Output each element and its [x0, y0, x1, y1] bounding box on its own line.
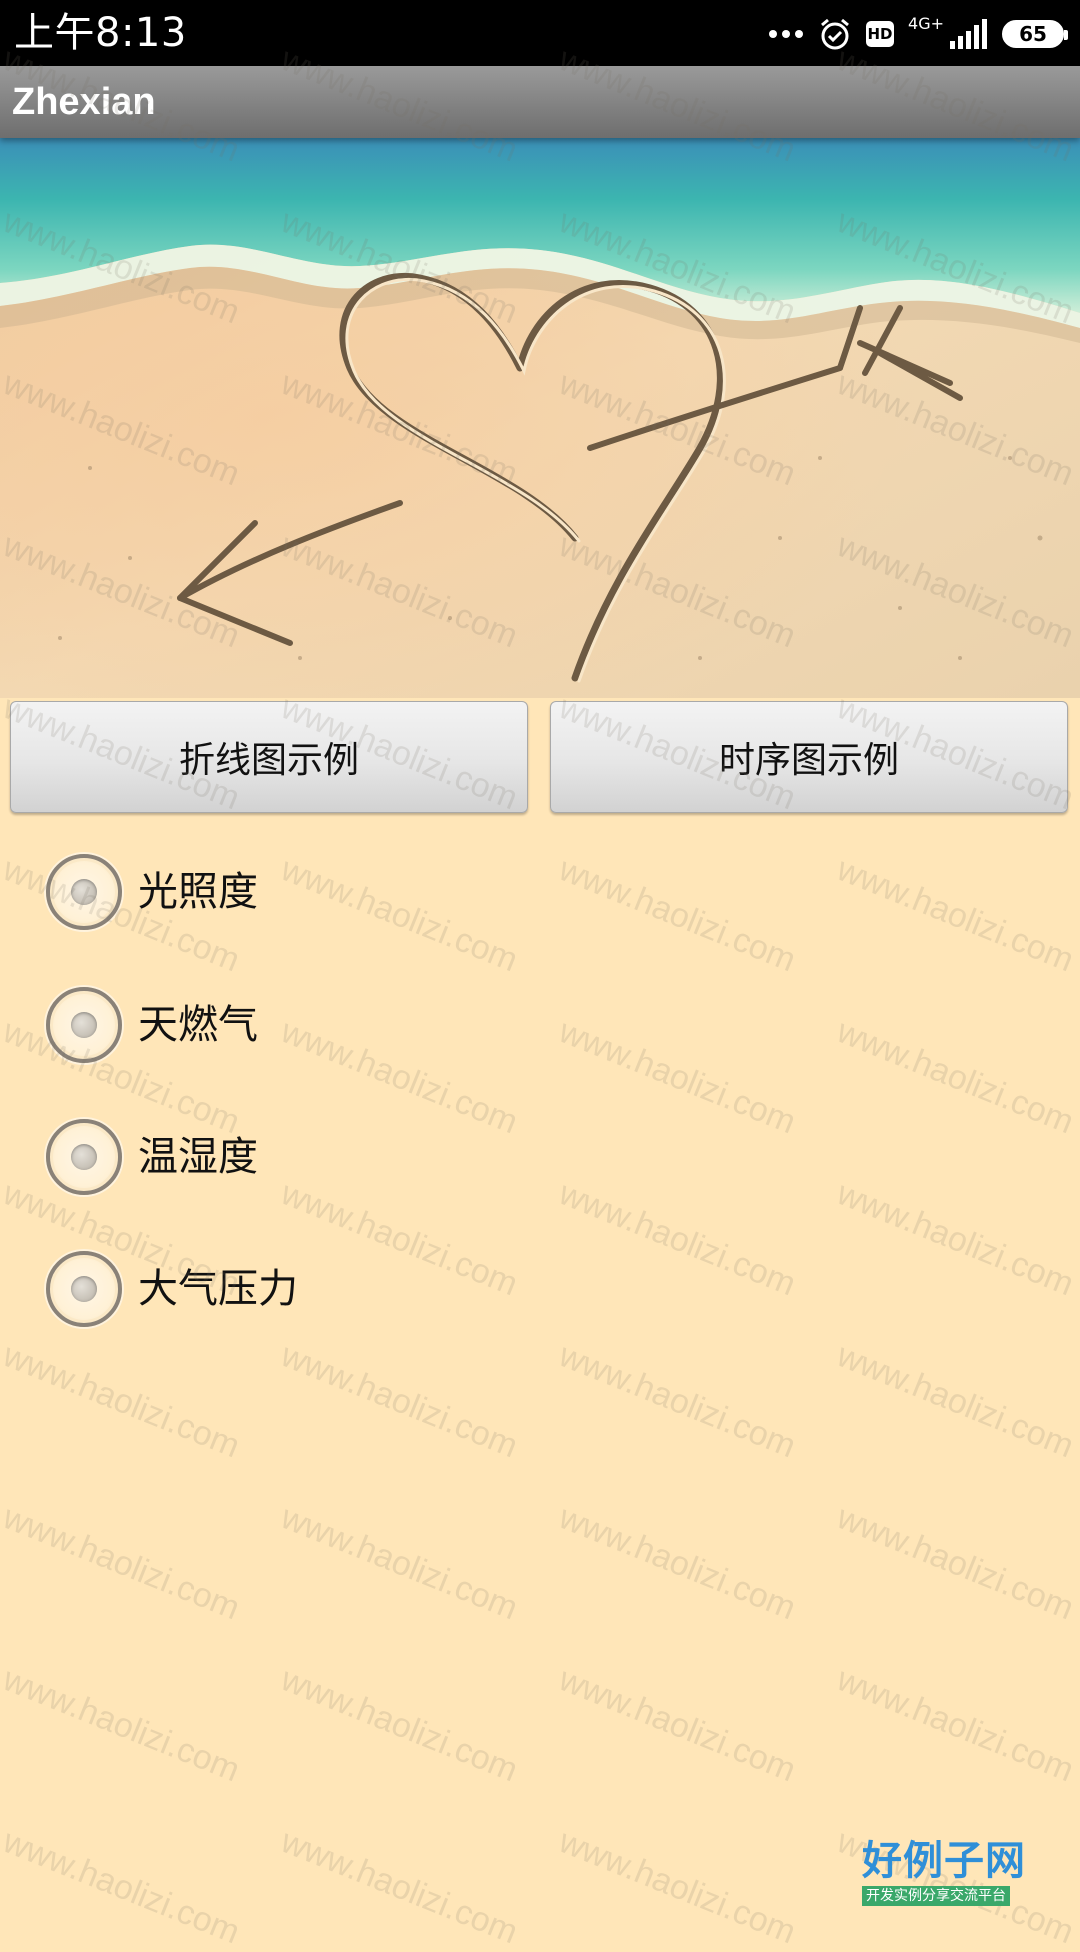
radio-option-natural-gas[interactable]: 天燃气 [46, 985, 258, 1065]
watermark-text: www.haolizi.com [0, 1336, 246, 1466]
watermark-text: www.haolizi.com [0, 1498, 246, 1628]
watermark-text: www.haolizi.com [0, 1822, 246, 1952]
status-bar: 上午8:13 HD 4G+ 65 [0, 0, 1080, 66]
radio-option-temperature-humidity[interactable]: 温湿度 [46, 1117, 258, 1197]
watermark-text: www.haolizi.com [553, 1174, 802, 1304]
radio-option-air-pressure[interactable]: 大气压力 [46, 1249, 298, 1329]
watermark-text: www.haolizi.com [275, 1822, 524, 1952]
radio-button[interactable] [46, 854, 122, 930]
time-series-button[interactable]: 时序图示例 [550, 701, 1068, 813]
watermark-text: www.haolizi.com [553, 1012, 802, 1142]
watermark-text: www.haolizi.com [275, 1174, 524, 1304]
watermark-text: www.haolizi.com [553, 1336, 802, 1466]
banner-image [0, 138, 1080, 698]
watermark-text: www.haolizi.com [553, 850, 802, 980]
alarm-clock-icon [821, 18, 849, 50]
watermark-text: www.haolizi.com [275, 1660, 524, 1790]
watermark-text: www.haolizi.com [831, 1174, 1080, 1304]
status-time: 上午8:13 [14, 10, 187, 56]
radio-label: 温湿度 [138, 1134, 258, 1180]
watermark-text: www.haolizi.com [0, 1660, 246, 1790]
battery-icon: 65 [1002, 20, 1068, 48]
radio-button[interactable] [46, 987, 122, 1063]
radio-label: 光照度 [138, 869, 258, 915]
radio-label: 大气压力 [138, 1266, 298, 1312]
sand-heart-illustration [0, 138, 1080, 698]
radio-label: 天燃气 [138, 1002, 258, 1048]
more-dots-icon [769, 30, 804, 38]
site-logo: 好例子网 开发实例分享交流平台 [862, 1838, 1042, 1910]
watermark-text: www.haolizi.com [275, 1012, 524, 1142]
watermark-text: www.haolizi.com [275, 1336, 524, 1466]
watermark-text: www.haolizi.com [553, 1498, 802, 1628]
watermark-text: www.haolizi.com [275, 850, 524, 980]
radio-button[interactable] [46, 1119, 122, 1195]
status-icons: HD 4G+ 65 [768, 14, 1068, 54]
logo-text: 好例子网 [862, 1837, 1026, 1884]
watermark-text: www.haolizi.com [831, 1012, 1080, 1142]
radio-option-illuminance[interactable]: 光照度 [46, 852, 258, 932]
app-title: Zhexian [12, 81, 156, 123]
logo-subtitle: 开发实例分享交流平台 [862, 1886, 1010, 1906]
network-type: 4G+ [908, 14, 944, 33]
watermark-text: www.haolizi.com [553, 1660, 802, 1790]
watermark-text: www.haolizi.com [831, 850, 1080, 980]
watermark-text: www.haolizi.com [831, 1498, 1080, 1628]
radio-button[interactable] [46, 1251, 122, 1327]
action-bar: Zhexian [0, 66, 1080, 138]
watermark-text: www.haolizi.com [553, 1822, 802, 1952]
watermark-text: www.haolizi.com [275, 1498, 524, 1628]
signal-strength-icon [950, 19, 987, 49]
hd-icon: HD [866, 21, 895, 47]
line-chart-button[interactable]: 折线图示例 [10, 701, 528, 813]
watermark-text: www.haolizi.com [831, 1660, 1080, 1790]
watermark-text: www.haolizi.com [831, 1336, 1080, 1466]
